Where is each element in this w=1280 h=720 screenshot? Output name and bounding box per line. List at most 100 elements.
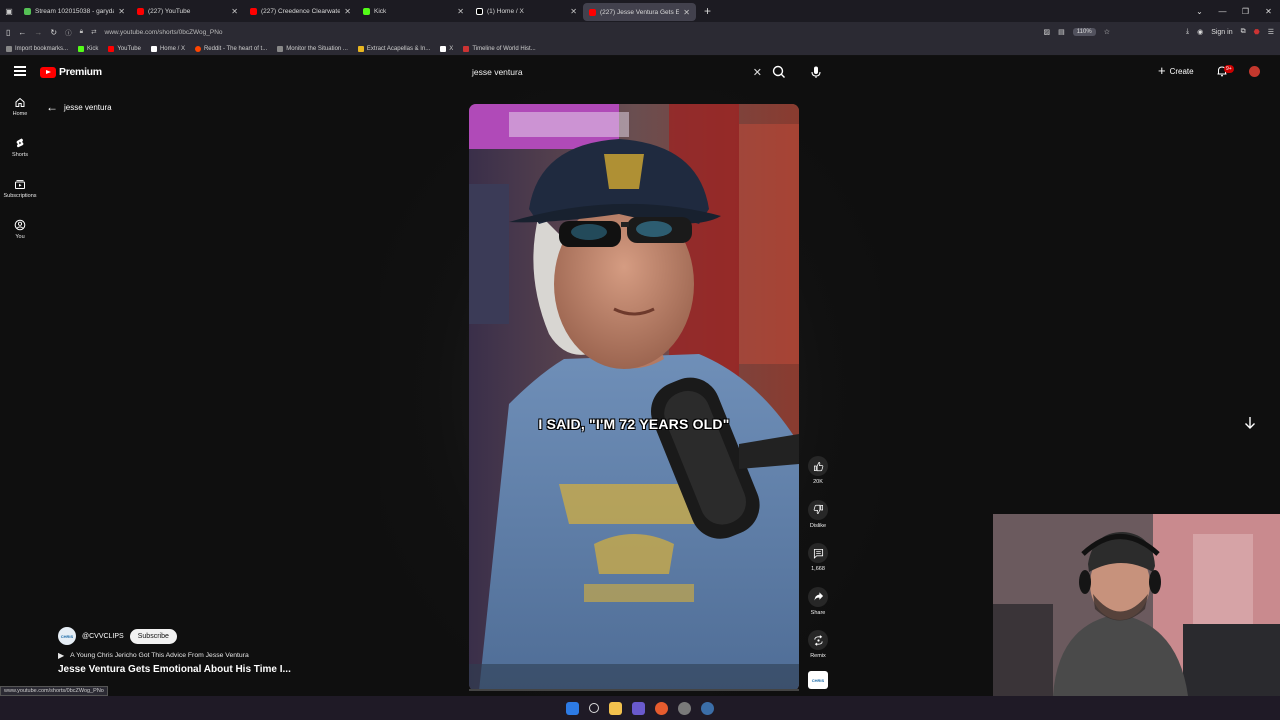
account-icon[interactable]: ◉ (1197, 28, 1203, 36)
zoom-level[interactable]: 110% (1072, 28, 1096, 36)
browser-tab[interactable]: (227) Creedence Clearwater Re ✕ (244, 0, 357, 22)
bookmark-item[interactable]: Kick (78, 45, 99, 52)
channel-thumbnail[interactable]: CHRIS (808, 671, 828, 689)
maximize-icon[interactable]: ❐ (1234, 7, 1257, 16)
thumbs-up-icon (813, 461, 823, 471)
bookmark-label: YouTube (117, 45, 141, 52)
rail-item-subscriptions[interactable]: Subscriptions (0, 178, 40, 219)
hamburger-menu-icon[interactable] (14, 66, 26, 76)
kick-icon (78, 45, 85, 52)
close-tab-icon[interactable]: ✕ (683, 8, 690, 17)
browser-tab[interactable]: (1) Home / X ✕ (470, 0, 583, 22)
extensions-icon[interactable]: ⧉ (1241, 28, 1246, 36)
microphone-icon[interactable] (808, 64, 824, 80)
settings-gear-icon[interactable] (701, 701, 714, 715)
app-menu-icon[interactable]: ☰ (1268, 28, 1274, 36)
close-tab-icon[interactable]: ✕ (118, 7, 125, 16)
search-icon[interactable] (770, 64, 788, 80)
x-icon (440, 45, 447, 52)
bookmark-item[interactable]: X (440, 45, 453, 52)
close-tab-icon[interactable]: ✕ (344, 7, 351, 16)
shorts-video-player[interactable]: I SAID, "I'M 72 YEARS OLD" (469, 104, 799, 691)
back-to-search[interactable]: ← jesse ventura (46, 100, 112, 114)
bookmark-item[interactable]: Import bookmarks... (6, 45, 68, 52)
timeline-icon (463, 45, 470, 52)
avatar[interactable] (1249, 66, 1260, 77)
os-taskbar (0, 696, 1280, 720)
bookmark-item[interactable]: Monitor the Situation ... (277, 45, 348, 52)
close-tab-icon[interactable]: ✕ (231, 7, 238, 16)
sign-in-link[interactable]: Sign in (1211, 29, 1232, 36)
browser-tab-bar: ▣ Stream 102015038 - garydavid ✕ (227) Y… (0, 0, 1280, 22)
bookmark-label: Monitor the Situation ... (286, 45, 348, 52)
play-icon: ▶ (58, 651, 65, 660)
tab-overflow-icon[interactable]: ⌄ (1188, 7, 1211, 16)
youtube-logo[interactable]: Premium (40, 66, 102, 78)
tab-title: (227) YouTube (148, 7, 191, 15)
search-bar[interactable]: jesse ventura ✕ (468, 63, 766, 81)
reload-icon[interactable]: ↻ (50, 28, 57, 37)
video-frame (469, 104, 799, 691)
bookmark-item[interactable]: Timeline of World Hist... (463, 45, 536, 52)
firefox-icon[interactable] (655, 701, 668, 715)
new-tab-button[interactable]: + (696, 4, 719, 18)
close-tab-icon[interactable]: ✕ (570, 7, 577, 16)
bookmark-item[interactable]: Extract Acapellas & In... (357, 45, 430, 52)
obs-icon[interactable] (678, 701, 691, 715)
forward-arrow-icon[interactable]: → (34, 28, 42, 37)
rail-item-home[interactable]: Home (0, 96, 40, 137)
dislike-button[interactable] (808, 499, 828, 520)
rail-label: Home (12, 111, 28, 117)
next-short-arrow-icon[interactable] (1240, 413, 1260, 433)
search-input[interactable]: jesse ventura (472, 67, 523, 77)
youtube-icon (108, 45, 115, 52)
site-info-icon[interactable]: ⓘ (65, 27, 72, 37)
like-button[interactable] (808, 456, 828, 476)
comments-button[interactable] (808, 543, 828, 563)
shorts-actions: 20K Dislike 1,668 Share Remix (806, 456, 830, 674)
bookmark-item[interactable]: Reddit - The heart of t... (194, 45, 267, 52)
channel-name[interactable]: @CVVCLIPS (82, 633, 124, 640)
back-arrow-icon[interactable]: ← (18, 28, 26, 37)
remix-button[interactable] (808, 630, 828, 650)
rail-item-shorts[interactable]: Shorts (0, 137, 40, 178)
bookmark-item[interactable]: YouTube (108, 45, 141, 52)
bookmark-item[interactable]: Home / X (150, 45, 185, 52)
close-tab-icon[interactable]: ✕ (457, 7, 464, 16)
search-icon[interactable] (589, 703, 599, 713)
video-progress-bar[interactable] (469, 689, 799, 691)
tab-list-icon[interactable]: ▣ (0, 7, 18, 16)
file-explorer-icon[interactable] (609, 701, 622, 715)
browser-tab[interactable]: (227) YouTube ✕ (131, 0, 244, 22)
subscribe-button[interactable]: Subscribe (129, 628, 177, 644)
sidebar-toggle-icon[interactable]: ▯ (6, 28, 10, 37)
clear-search-icon[interactable]: ✕ (753, 66, 762, 79)
browser-tab[interactable]: Stream 102015038 - garydavid ✕ (18, 0, 131, 22)
ublock-icon[interactable]: ⬣ (1254, 28, 1260, 36)
bookmark-star-icon[interactable]: ☆ (1104, 28, 1110, 36)
address-bar[interactable]: ⓘ 🔒︎ ⇄ www.youtube.com/shorts/0bcZWog_PN… (65, 27, 1035, 37)
related-video-link[interactable]: ▶ A Young Chris Jericho Got This Advice … (58, 651, 348, 660)
tab-title: (1) Home / X (487, 7, 524, 15)
downloads-icon[interactable]: ⤓ (1186, 28, 1189, 36)
discord-icon[interactable] (632, 701, 645, 715)
bookmark-label: Kick (87, 45, 99, 52)
close-window-icon[interactable]: ✕ (1257, 7, 1280, 16)
reader-view-icon[interactable]: ▤ (1058, 28, 1065, 36)
tab-favicon-icon (24, 7, 31, 15)
picture-icon[interactable]: ▨ (1044, 28, 1051, 36)
rail-item-you[interactable]: You (0, 219, 40, 260)
channel-avatar[interactable]: CHRIS (58, 627, 76, 645)
tab-favicon-icon (137, 7, 144, 15)
url-text[interactable]: www.youtube.com/shorts/0bcZWog_PNo (105, 29, 223, 36)
share-button[interactable] (808, 586, 828, 607)
windows-start-icon[interactable] (566, 701, 579, 715)
comment-count: 1,668 (811, 566, 825, 572)
remix-action: Remix (806, 630, 830, 674)
browser-tab-active[interactable]: (227) Jesse Ventura Gets Em ✕ (583, 3, 696, 21)
browser-tab[interactable]: Kick ✕ (357, 0, 470, 22)
short-title[interactable]: Jesse Ventura Gets Emotional About His T… (58, 664, 348, 675)
minimize-icon[interactable]: — (1211, 7, 1234, 16)
create-button[interactable]: + Create (1158, 64, 1194, 77)
permissions-icon[interactable]: ⇄ (91, 28, 96, 36)
